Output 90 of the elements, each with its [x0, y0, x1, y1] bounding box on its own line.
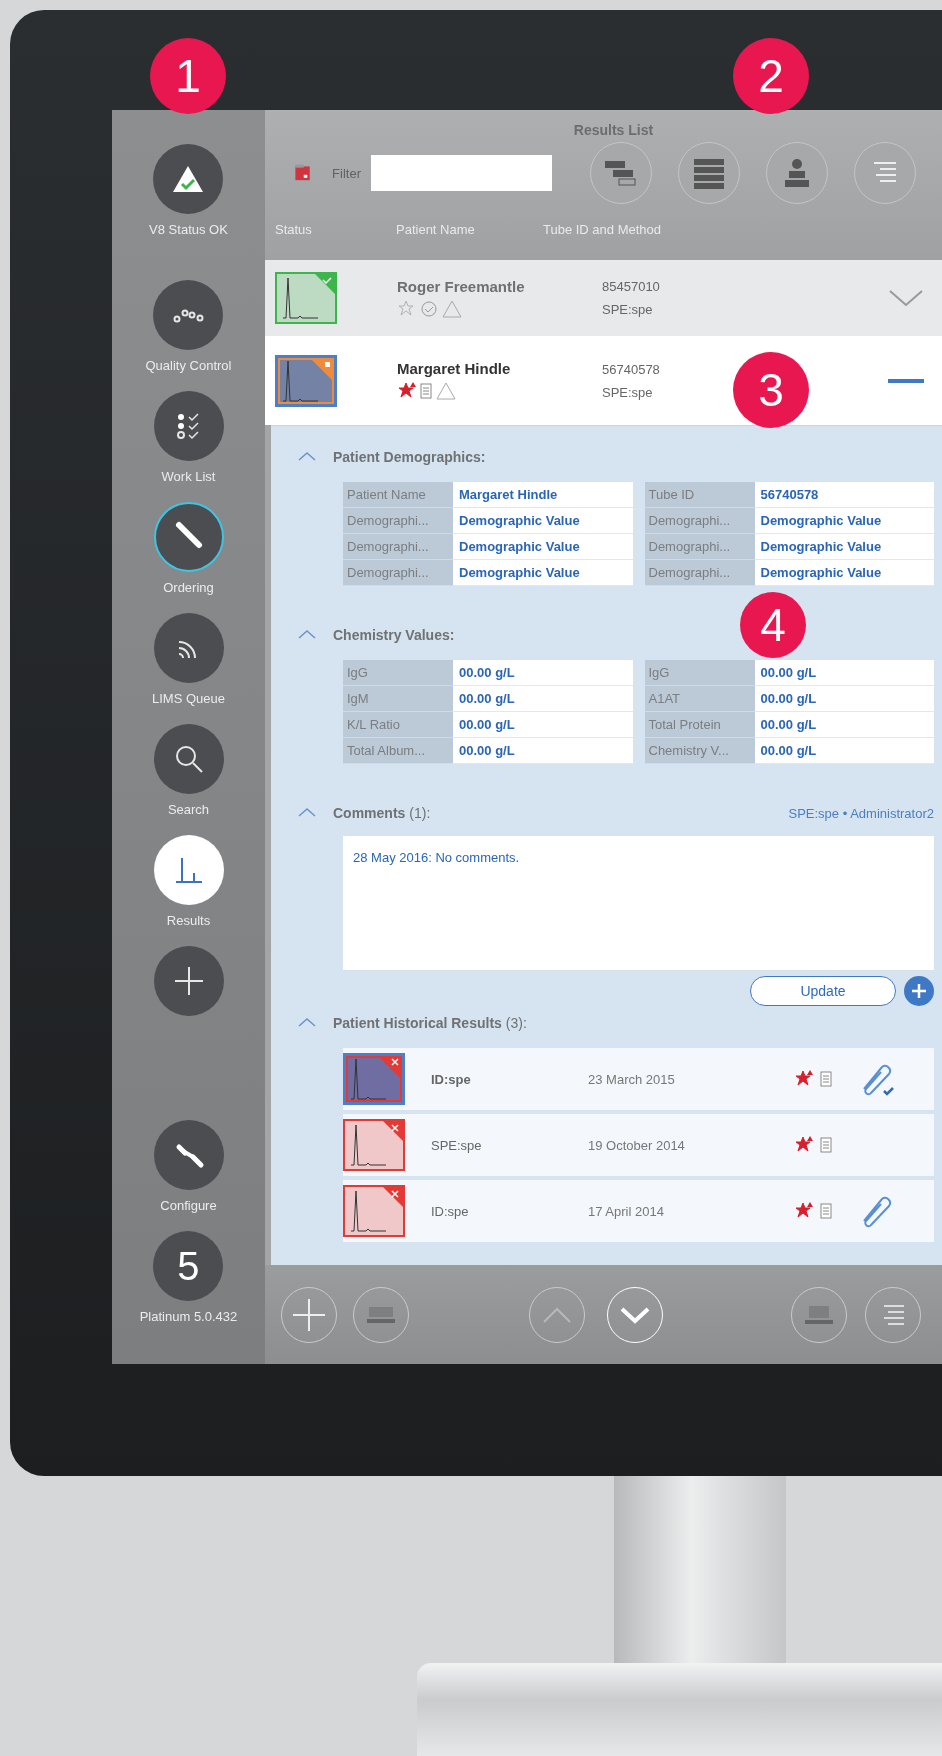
- history-method: ID:spe: [431, 1203, 470, 1219]
- field-value: Margaret Hindle: [453, 482, 633, 508]
- result-row[interactable]: Roger Freemantle 85457010 SPE:spe: [265, 260, 942, 336]
- comment-text: 28 May 2016: No comments.: [353, 850, 520, 865]
- field-label: Total Protein: [644, 712, 755, 738]
- method: SPE:spe: [602, 302, 654, 317]
- field-label: Demographi...: [343, 560, 453, 586]
- field-value: Demographic Value: [453, 508, 633, 534]
- patient-name: Margaret Hindle: [397, 360, 512, 377]
- list-view-icon: [691, 157, 727, 189]
- field-value: 00.00 g/L: [754, 738, 934, 764]
- column-header: Tube ID and Method: [543, 222, 663, 237]
- printer-icon: [366, 1304, 396, 1325]
- field-value: Demographic Value: [754, 534, 934, 560]
- document-icon: [820, 1137, 832, 1153]
- nav-label: V8 Status OK: [149, 222, 228, 237]
- field-label: IgM: [343, 686, 453, 712]
- plus-icon: [911, 983, 927, 999]
- history-date: 17 April 2014: [588, 1203, 665, 1219]
- document-icon: [820, 1071, 832, 1087]
- nav-label: Platinum 5.0.432: [139, 1309, 238, 1324]
- history-row[interactable]: ID:spe 23 March 2015: [343, 1048, 934, 1110]
- field-label: Demographi...: [644, 508, 755, 534]
- comment-field[interactable]: 28 May 2016: No comments.: [343, 836, 934, 970]
- field-value: 00.00 g/L: [453, 738, 633, 764]
- field-value: Demographic Value: [754, 560, 934, 586]
- column-header: Patient Name: [396, 222, 476, 237]
- panel-title: Results List: [572, 121, 655, 140]
- check-circle-icon: [420, 299, 438, 318]
- field-label: Total Album...: [343, 738, 453, 764]
- history-row[interactable]: ID:spe 17 April 2014: [343, 1180, 934, 1242]
- field-label: A1AT: [644, 686, 755, 712]
- section-count: (1):: [409, 805, 431, 821]
- field-value: Demographic Value: [453, 534, 633, 560]
- field-label: Demographi...: [644, 560, 755, 586]
- nav-label: Ordering: [163, 580, 214, 595]
- comment-meta: SPE:spe • Administrator2: [788, 805, 934, 821]
- field-value: Demographic Value: [754, 508, 934, 534]
- history-method: ID:spe: [431, 1071, 472, 1087]
- document-icon: [420, 383, 432, 399]
- history-method: SPE:spe: [431, 1137, 483, 1153]
- section-title: Comments: [333, 805, 406, 821]
- triangle-icon: [435, 381, 457, 401]
- document-icon: [820, 1203, 832, 1219]
- filter-label: Filter: [332, 165, 361, 181]
- version-button[interactable]: 5: [153, 1231, 224, 1301]
- field-label: Demographi...: [644, 534, 755, 560]
- tube-id: 56740578: [602, 361, 661, 377]
- nav-label: LIMS Queue: [152, 691, 225, 706]
- patient-name: Roger Freemantle: [397, 277, 526, 295]
- field-label: Chemistry V...: [644, 738, 755, 764]
- nav-label: Work List: [161, 469, 216, 484]
- stacked-cards-icon: [603, 158, 639, 188]
- history-date: 23 March 2015: [588, 1071, 676, 1087]
- nav-label: Search: [167, 802, 210, 817]
- chevron-down-icon: [620, 1305, 650, 1324]
- update-button[interactable]: Update: [750, 976, 896, 1006]
- nav-label: Configure: [160, 1198, 217, 1213]
- section-title: Patient Historical Results: [333, 1015, 502, 1031]
- field-value: 00.00 g/L: [754, 686, 934, 712]
- nav-label: Results: [166, 913, 211, 928]
- field-value: 00.00 g/L: [453, 712, 633, 738]
- section-count: (3):: [505, 1015, 527, 1031]
- person-icon: [782, 157, 812, 189]
- field-label: Demographi...: [343, 508, 453, 534]
- field-label: Demographi...: [343, 534, 453, 560]
- history-date: 19 October 2014: [588, 1137, 686, 1153]
- column-header: Status: [275, 222, 313, 237]
- field-label: K/L Ratio: [343, 712, 453, 738]
- field-value: 00.00 g/L: [453, 686, 633, 712]
- field-value: 00.00 g/L: [754, 712, 934, 738]
- printer-icon: [804, 1303, 834, 1326]
- section-title: Patient Demographics:: [333, 449, 486, 465]
- field-value: 00.00 g/L: [754, 660, 934, 686]
- field-value: Demographic Value: [453, 560, 633, 586]
- field-label: IgG: [343, 660, 453, 686]
- field-label: Tube ID: [644, 482, 755, 508]
- tube-id: 85457010: [602, 279, 661, 294]
- field-value: 00.00 g/L: [453, 660, 633, 686]
- chevron-up-icon: [542, 1305, 572, 1324]
- field-label: Patient Name: [343, 482, 453, 508]
- field-label: IgG: [644, 660, 755, 686]
- plus-icon: [291, 1296, 327, 1333]
- triangle-icon: [441, 298, 463, 319]
- section-title: Chemistry Values:: [333, 627, 455, 643]
- add-button[interactable]: [904, 976, 934, 1006]
- history-row[interactable]: SPE:spe 19 October 2014: [343, 1114, 934, 1176]
- filter-field[interactable]: [371, 155, 552, 191]
- nav-label: Quality Control: [145, 358, 232, 373]
- field-value: 56740578: [754, 482, 934, 508]
